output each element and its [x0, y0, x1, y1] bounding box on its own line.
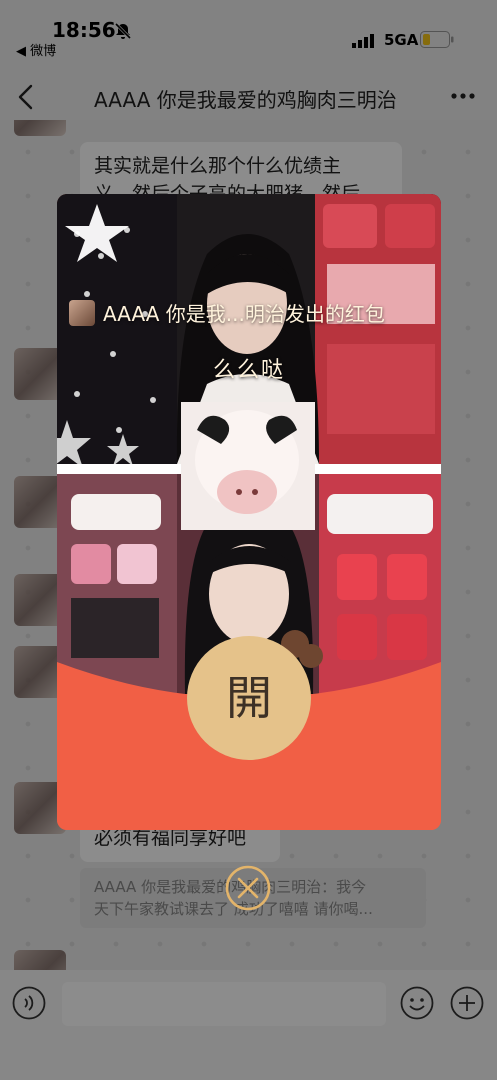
- open-red-packet-button[interactable]: 開: [187, 636, 311, 760]
- red-packet-modal: AAAA 你是我...明治发出的红包 么么哒 開: [57, 194, 441, 830]
- close-red-packet-button[interactable]: [224, 864, 272, 912]
- open-label: 開: [226, 671, 272, 725]
- close-icon: [225, 865, 271, 911]
- sender-text: AAAA 你是我...明治发出的红包: [103, 302, 385, 326]
- sender-avatar: [69, 300, 95, 326]
- red-packet-sender: AAAA 你是我...明治发出的红包: [69, 296, 439, 330]
- red-packet-blessing: 么么哒: [212, 358, 285, 383]
